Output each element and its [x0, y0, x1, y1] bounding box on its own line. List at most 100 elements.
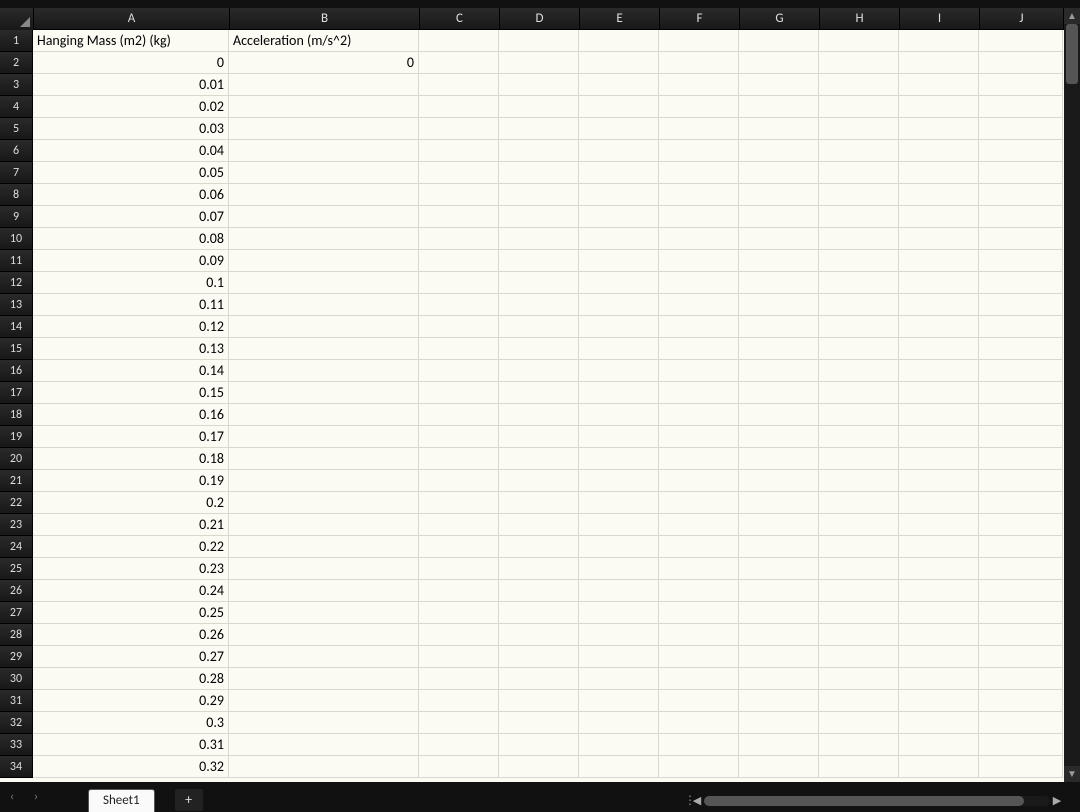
- cell-B32[interactable]: [229, 712, 419, 734]
- cell-A25[interactable]: 0.23: [33, 558, 229, 580]
- cell-D25[interactable]: [499, 558, 579, 580]
- cell-E9[interactable]: [579, 206, 659, 228]
- cell-F11[interactable]: [659, 250, 739, 272]
- cell-E17[interactable]: [579, 382, 659, 404]
- cell-H14[interactable]: [819, 316, 899, 338]
- cell-E15[interactable]: [579, 338, 659, 360]
- cell-I30[interactable]: [899, 668, 979, 690]
- cell-I34[interactable]: [899, 756, 979, 778]
- cell-E14[interactable]: [579, 316, 659, 338]
- cell-C3[interactable]: [419, 74, 499, 96]
- tab-next-button[interactable]: ›: [24, 782, 48, 812]
- cell-B23[interactable]: [229, 514, 419, 536]
- column-header-F[interactable]: F: [660, 8, 740, 30]
- cell-C10[interactable]: [419, 228, 499, 250]
- cell-E8[interactable]: [579, 184, 659, 206]
- cell-C16[interactable]: [419, 360, 499, 382]
- column-header-J[interactable]: J: [980, 8, 1064, 30]
- cell-H4[interactable]: [819, 96, 899, 118]
- cell-G32[interactable]: [739, 712, 819, 734]
- cell-F29[interactable]: [659, 646, 739, 668]
- cell-J16[interactable]: [979, 360, 1063, 382]
- cell-D32[interactable]: [499, 712, 579, 734]
- cell-E1[interactable]: [579, 30, 659, 52]
- cell-I17[interactable]: [899, 382, 979, 404]
- cell-C5[interactable]: [419, 118, 499, 140]
- cell-C31[interactable]: [419, 690, 499, 712]
- row-header-22[interactable]: 22: [0, 492, 33, 514]
- cell-H8[interactable]: [819, 184, 899, 206]
- cell-A18[interactable]: 0.16: [33, 404, 229, 426]
- row-header-30[interactable]: 30: [0, 668, 33, 690]
- cell-F20[interactable]: [659, 448, 739, 470]
- cell-G22[interactable]: [739, 492, 819, 514]
- cell-E12[interactable]: [579, 272, 659, 294]
- column-header-D[interactable]: D: [500, 8, 580, 30]
- row-header-21[interactable]: 21: [0, 470, 33, 492]
- row-header-14[interactable]: 14: [0, 316, 33, 338]
- row-header-18[interactable]: 18: [0, 404, 33, 426]
- cell-D5[interactable]: [499, 118, 579, 140]
- cell-E18[interactable]: [579, 404, 659, 426]
- cell-H20[interactable]: [819, 448, 899, 470]
- cell-G2[interactable]: [739, 52, 819, 74]
- cell-C30[interactable]: [419, 668, 499, 690]
- cell-D8[interactable]: [499, 184, 579, 206]
- cell-G11[interactable]: [739, 250, 819, 272]
- cell-G8[interactable]: [739, 184, 819, 206]
- cell-I33[interactable]: [899, 734, 979, 756]
- cell-B4[interactable]: [229, 96, 419, 118]
- cell-A5[interactable]: 0.03: [33, 118, 229, 140]
- cell-H28[interactable]: [819, 624, 899, 646]
- cell-F17[interactable]: [659, 382, 739, 404]
- cell-B12[interactable]: [229, 272, 419, 294]
- cell-H34[interactable]: [819, 756, 899, 778]
- cell-E30[interactable]: [579, 668, 659, 690]
- add-sheet-button[interactable]: +: [175, 789, 203, 811]
- cell-B2[interactable]: 0: [229, 52, 419, 74]
- cell-F26[interactable]: [659, 580, 739, 602]
- scroll-right-icon[interactable]: ▶: [1050, 794, 1064, 808]
- cell-J18[interactable]: [979, 404, 1063, 426]
- cell-A29[interactable]: 0.27: [33, 646, 229, 668]
- cell-B7[interactable]: [229, 162, 419, 184]
- cell-D31[interactable]: [499, 690, 579, 712]
- cell-J20[interactable]: [979, 448, 1063, 470]
- cell-A19[interactable]: 0.17: [33, 426, 229, 448]
- cell-I25[interactable]: [899, 558, 979, 580]
- scroll-down-icon[interactable]: ▼: [1064, 766, 1080, 782]
- cell-H32[interactable]: [819, 712, 899, 734]
- cell-I6[interactable]: [899, 140, 979, 162]
- cell-B11[interactable]: [229, 250, 419, 272]
- row-header-4[interactable]: 4: [0, 96, 33, 118]
- cell-H31[interactable]: [819, 690, 899, 712]
- cell-H24[interactable]: [819, 536, 899, 558]
- cell-D12[interactable]: [499, 272, 579, 294]
- cell-I28[interactable]: [899, 624, 979, 646]
- cell-F4[interactable]: [659, 96, 739, 118]
- cell-C23[interactable]: [419, 514, 499, 536]
- cell-A32[interactable]: 0.3: [33, 712, 229, 734]
- cell-A27[interactable]: 0.25: [33, 602, 229, 624]
- cell-G26[interactable]: [739, 580, 819, 602]
- row-header-17[interactable]: 17: [0, 382, 33, 404]
- cell-F2[interactable]: [659, 52, 739, 74]
- cell-C32[interactable]: [419, 712, 499, 734]
- cell-A28[interactable]: 0.26: [33, 624, 229, 646]
- cell-I20[interactable]: [899, 448, 979, 470]
- cell-F21[interactable]: [659, 470, 739, 492]
- cell-J5[interactable]: [979, 118, 1063, 140]
- cell-C26[interactable]: [419, 580, 499, 602]
- row-header-34[interactable]: 34: [0, 756, 33, 778]
- cell-A13[interactable]: 0.11: [33, 294, 229, 316]
- row-header-28[interactable]: 28: [0, 624, 33, 646]
- cell-D15[interactable]: [499, 338, 579, 360]
- cell-F12[interactable]: [659, 272, 739, 294]
- cell-G34[interactable]: [739, 756, 819, 778]
- cell-B26[interactable]: [229, 580, 419, 602]
- cell-D2[interactable]: [499, 52, 579, 74]
- cell-G15[interactable]: [739, 338, 819, 360]
- cell-E5[interactable]: [579, 118, 659, 140]
- cell-H33[interactable]: [819, 734, 899, 756]
- cell-J14[interactable]: [979, 316, 1063, 338]
